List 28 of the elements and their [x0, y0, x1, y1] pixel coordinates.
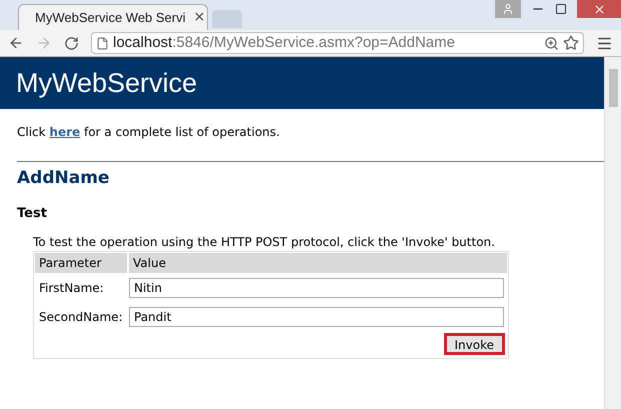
- address-bar[interactable]: localhost:5846/MyWebService.asmx?op=AddName: [91, 32, 584, 54]
- section-title: Test: [16, 204, 48, 222]
- operation-title: AddName: [16, 167, 110, 190]
- column-header: Parameter: [35, 253, 127, 273]
- description-text: To test the operation using the HTTP POST protocol, click the 'Invoke' button.: [32, 234, 496, 251]
- parameter-input[interactable]: Pandit: [129, 306, 504, 326]
- close-icon: [592, 2, 606, 16]
- browser-tab[interactable]: MyWebService Web Servi ×: [18, 4, 208, 30]
- back-icon[interactable]: [8, 35, 24, 51]
- invoke-button[interactable]: Invoke: [444, 333, 505, 355]
- tab-title: MyWebService Web Servi: [35, 8, 186, 27]
- scrollbar[interactable]: [604, 57, 621, 409]
- maximize-icon[interactable]: [555, 3, 567, 15]
- address-text: localhost:5846/MyWebService.asmx?op=AddName: [113, 32, 456, 53]
- reload-icon[interactable]: [64, 36, 79, 50]
- page-icon: [96, 36, 109, 50]
- parameter-label: SecondName:: [38, 308, 124, 326]
- bookmark-star-icon[interactable]: [563, 35, 579, 51]
- intro-text: Click here for a complete list of operations.: [16, 124, 281, 141]
- user-icon: [502, 3, 514, 15]
- page-title: MyWebService: [16, 66, 198, 100]
- here-link[interactable]: here: [49, 125, 80, 139]
- column-header: Value: [129, 253, 507, 273]
- close-window-button[interactable]: [577, 0, 621, 18]
- zoom-icon[interactable]: [544, 36, 559, 50]
- parameter-input[interactable]: Nitin: [129, 278, 504, 298]
- close-tab-button[interactable]: ×: [194, 7, 206, 28]
- parameter-label: FirstName:: [38, 280, 105, 296]
